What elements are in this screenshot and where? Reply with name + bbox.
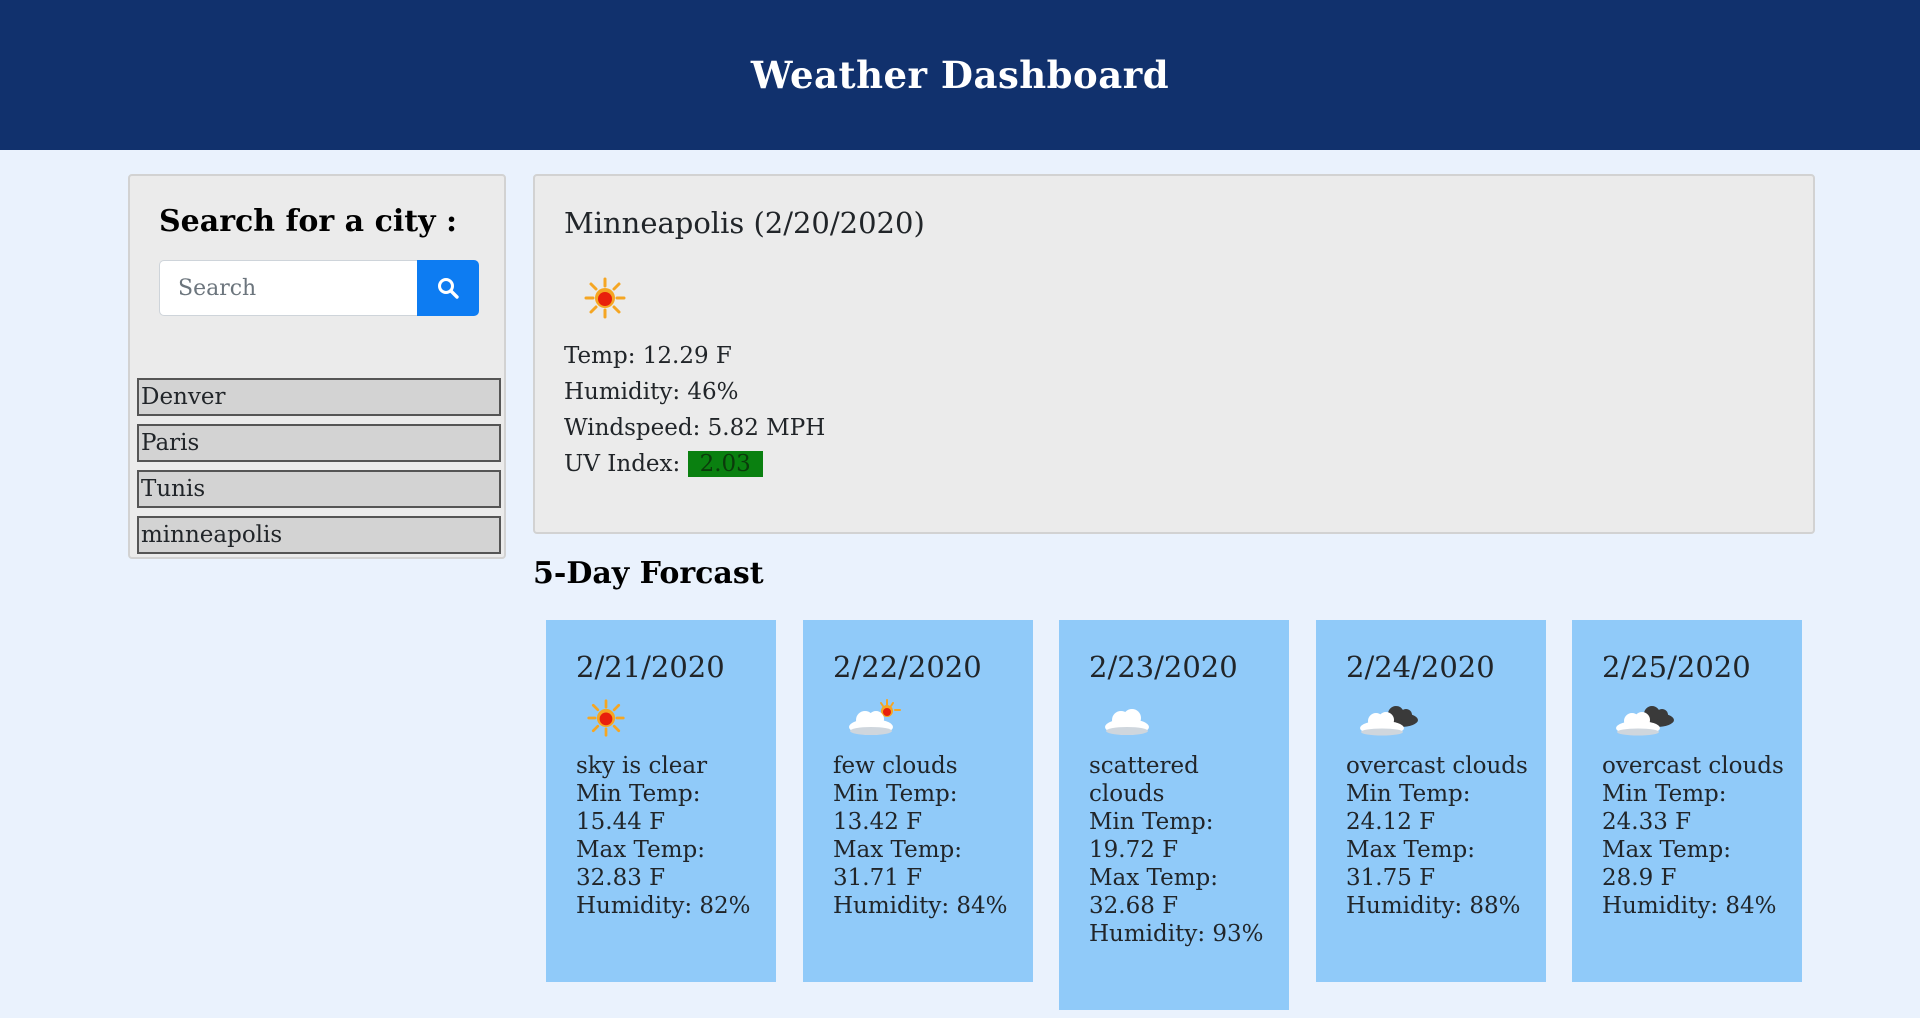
min-temp-value: 15.44 F xyxy=(576,809,666,835)
min-temp-value: 24.12 F xyxy=(1346,809,1436,835)
max-temp-value: 32.68 F xyxy=(1089,893,1179,919)
max-temp-label: Max Temp: xyxy=(576,837,705,863)
forecast-card: 2/21/2020 sky is clear Min Temp: 15.44 F… xyxy=(546,620,776,982)
forecast-humidity: Humidity: 84% xyxy=(1602,893,1777,919)
current-city-title: Minneapolis (2/20/2020) xyxy=(564,206,925,240)
forecast-description: overcast clouds xyxy=(1346,753,1528,779)
forecast-date: 2/21/2020 xyxy=(576,650,725,684)
search-sidebar: Search for a city : Denver Paris Tunis m… xyxy=(128,174,506,559)
min-temp-value: 13.42 F xyxy=(833,809,923,835)
search-heading: Search for a city : xyxy=(159,204,458,239)
sun-icon xyxy=(583,276,627,324)
forecast-date: 2/23/2020 xyxy=(1089,650,1238,684)
max-temp-value: 32.83 F xyxy=(576,865,666,891)
current-temp: Temp: 12.29 F xyxy=(564,343,732,369)
page-title: Weather Dashboard xyxy=(750,53,1170,97)
forecast-description: overcast clouds xyxy=(1602,753,1784,779)
history-item-minneapolis[interactable]: minneapolis xyxy=(137,516,501,554)
min-temp-value: 24.33 F xyxy=(1602,809,1692,835)
history-item-tunis[interactable]: Tunis xyxy=(137,470,501,508)
max-temp-value: 31.71 F xyxy=(833,865,923,891)
forecast-description: scattered clouds xyxy=(1089,753,1199,807)
max-temp-label: Max Temp: xyxy=(1089,865,1218,891)
page-header: Weather Dashboard xyxy=(0,0,1920,150)
forecast-humidity: Humidity: 93% xyxy=(1089,921,1264,947)
current-windspeed: Windspeed: 5.82 MPH xyxy=(564,415,826,441)
forecast-card: 2/25/2020 overcast clouds Min Temp: 24.3… xyxy=(1572,620,1802,982)
history-item-denver[interactable]: Denver xyxy=(137,378,501,416)
min-temp-label: Min Temp: xyxy=(1602,781,1727,807)
overcast-clouds-icon xyxy=(1356,698,1546,750)
min-temp-label: Min Temp: xyxy=(576,781,701,807)
forecast-description: sky is clear xyxy=(576,753,708,779)
max-temp-value: 31.75 F xyxy=(1346,865,1436,891)
forecast-date: 2/25/2020 xyxy=(1602,650,1751,684)
min-temp-label: Min Temp: xyxy=(833,781,958,807)
forecast-humidity: Humidity: 84% xyxy=(833,893,1008,919)
max-temp-value: 28.9 F xyxy=(1602,865,1677,891)
current-humidity: Humidity: 46% xyxy=(564,379,739,405)
current-uv-row: UV Index: 2.03 xyxy=(564,446,825,482)
min-temp-label: Min Temp: xyxy=(1089,809,1214,835)
min-temp-value: 19.72 F xyxy=(1089,837,1179,863)
max-temp-label: Max Temp: xyxy=(1602,837,1731,863)
history-item-paris[interactable]: Paris xyxy=(137,424,501,462)
search-button[interactable] xyxy=(417,260,479,316)
uv-label: UV Index: xyxy=(564,451,681,477)
uv-index-badge: 2.03 xyxy=(687,451,763,477)
current-stats: Temp: 12.29 F Humidity: 46% Windspeed: 5… xyxy=(564,338,825,482)
max-temp-label: Max Temp: xyxy=(1346,837,1475,863)
forecast-humidity: Humidity: 82% xyxy=(576,893,751,919)
cloud-icon xyxy=(1099,698,1289,750)
forecast-date: 2/22/2020 xyxy=(833,650,982,684)
overcast-clouds-icon xyxy=(1612,698,1802,750)
forecast-humidity: Humidity: 88% xyxy=(1346,893,1521,919)
search-history-list: Denver Paris Tunis minneapolis xyxy=(137,378,501,562)
search-input[interactable] xyxy=(159,260,417,316)
forecast-card: 2/22/2020 few clouds Min Temp: 13.42 F M… xyxy=(803,620,1033,982)
forecast-description: few clouds xyxy=(833,753,958,779)
few-clouds-icon xyxy=(843,698,1033,750)
current-weather-panel: Minneapolis (2/20/2020) Temp: 12.29 F Hu… xyxy=(533,174,1815,534)
sun-icon xyxy=(586,698,776,750)
min-temp-label: Min Temp: xyxy=(1346,781,1471,807)
forecast-date: 2/24/2020 xyxy=(1346,650,1495,684)
forecast-card: 2/23/2020 scattered clouds Min Temp: 19.… xyxy=(1059,620,1289,1010)
max-temp-label: Max Temp: xyxy=(833,837,962,863)
search-group xyxy=(159,260,479,316)
forecast-title: 5-Day Forcast xyxy=(533,556,764,591)
forecast-card: 2/24/2020 overcast clouds Min Temp: 24.1… xyxy=(1316,620,1546,982)
search-icon xyxy=(438,278,459,299)
